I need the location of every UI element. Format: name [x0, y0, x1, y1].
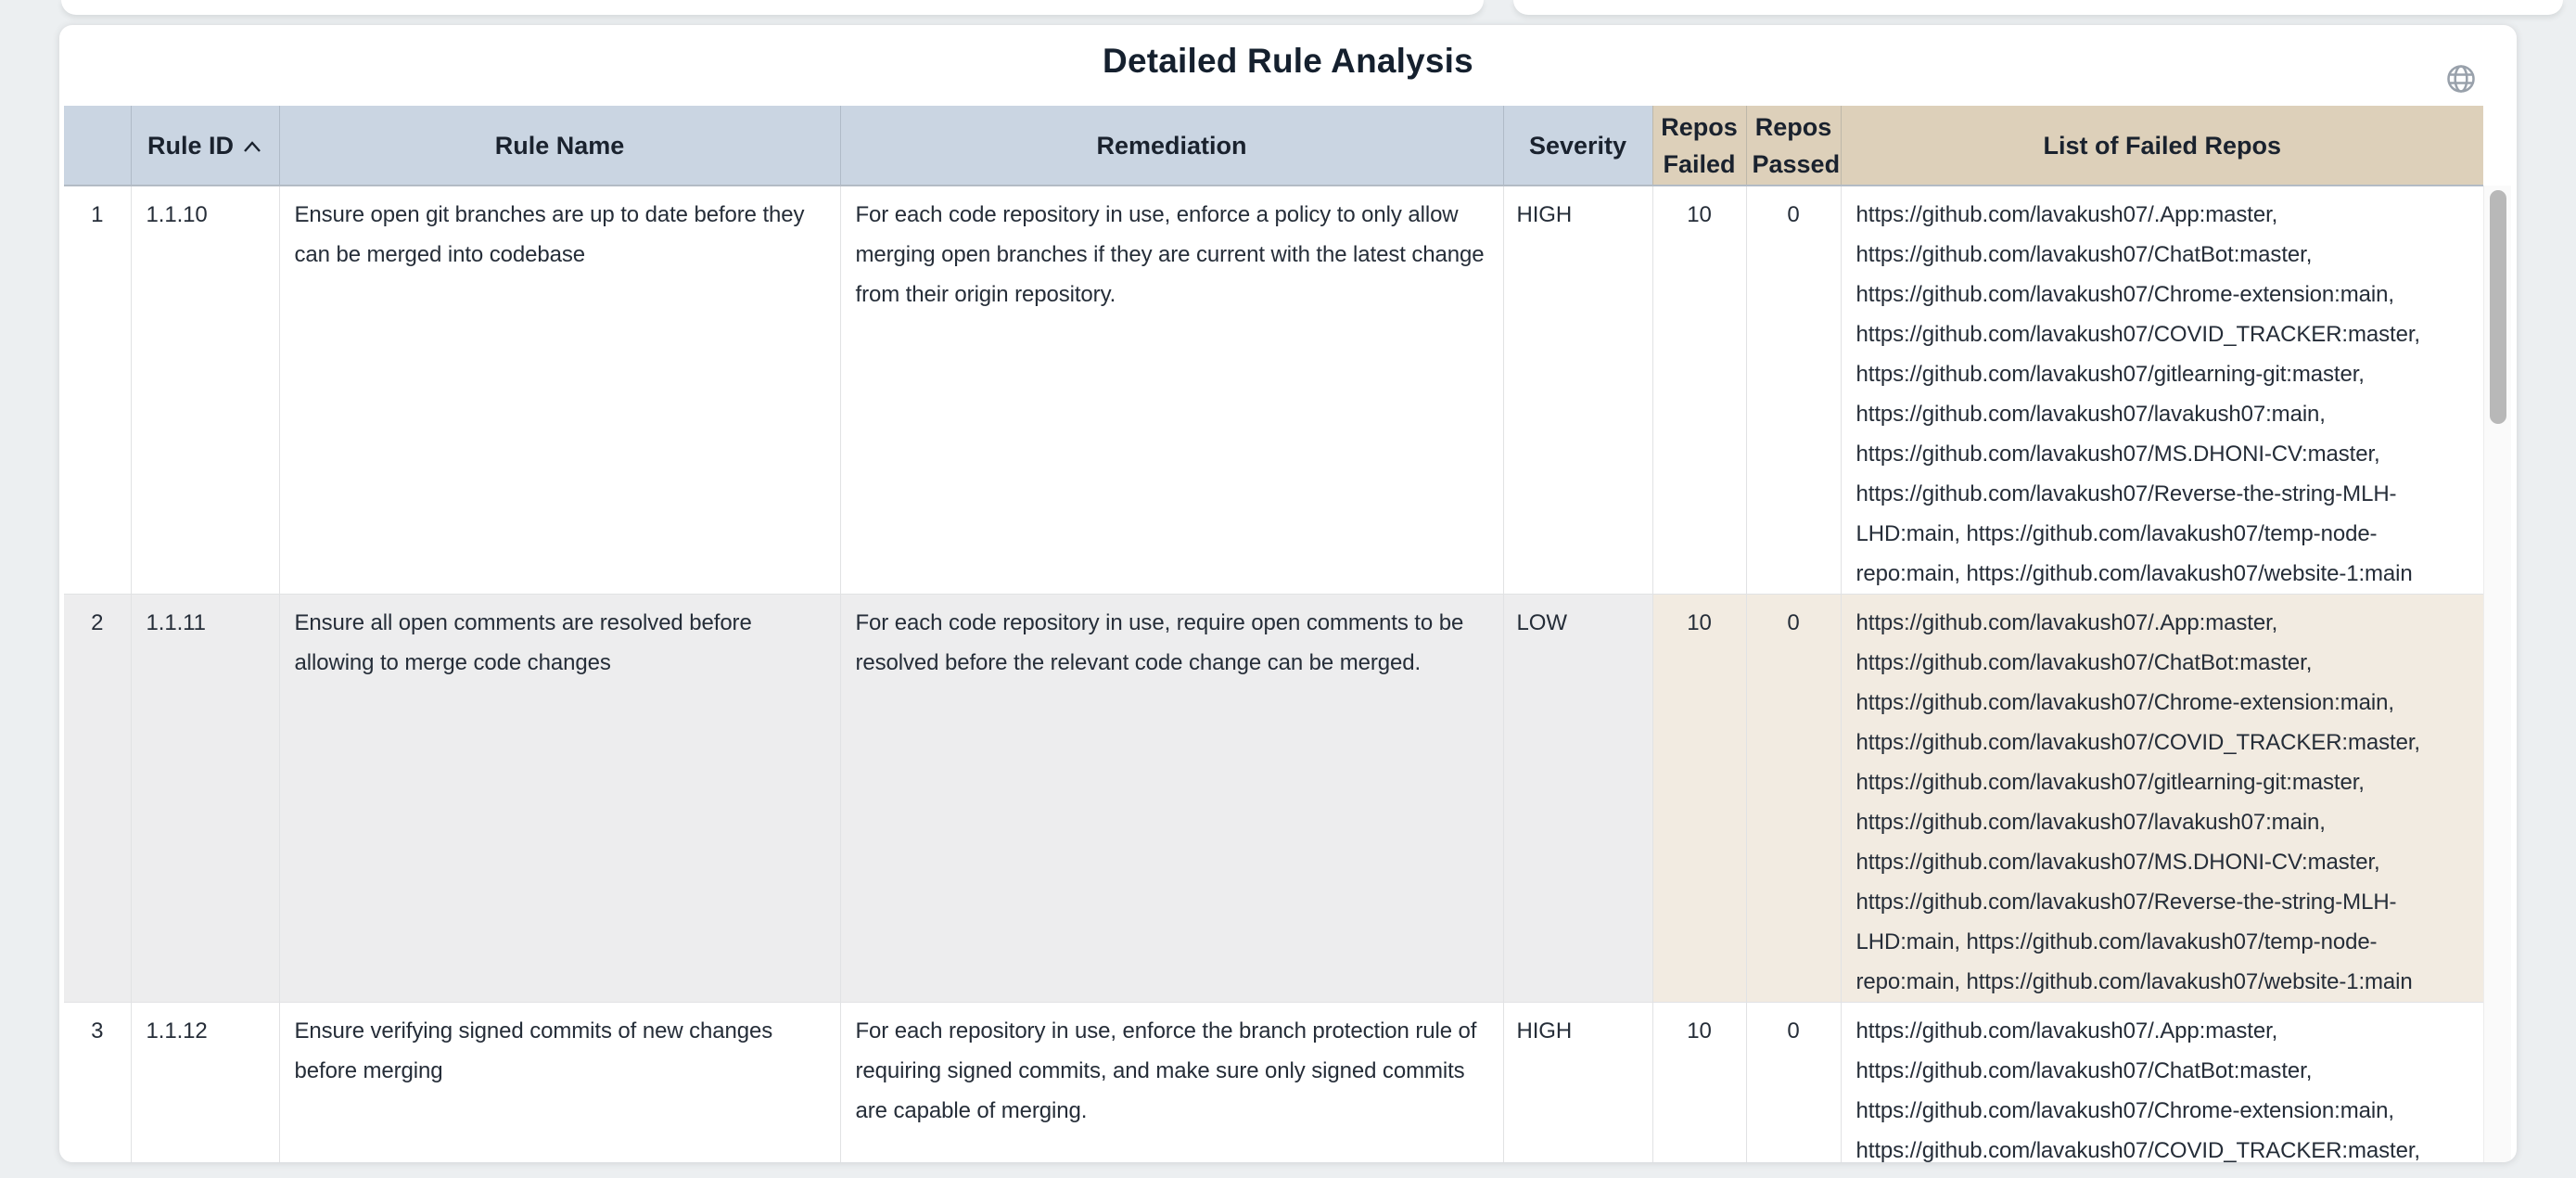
cell-rule-id: 1.1.11 — [131, 595, 279, 1003]
cell-repos-passed: 0 — [1746, 1003, 1841, 1163]
cell-remediation: For each repository in use, enforce the … — [840, 1003, 1503, 1163]
cell-remediation: For each code repository in use, require… — [840, 595, 1503, 1003]
scrollbar-thumb[interactable] — [2490, 190, 2506, 424]
cell-row-index: 1 — [64, 186, 131, 595]
column-header-severity[interactable]: Severity — [1503, 106, 1652, 186]
table-row: 2 1.1.11 Ensure all open comments are re… — [64, 595, 2483, 1003]
sort-ascending-icon — [242, 140, 262, 154]
cell-rule-id: 1.1.12 — [131, 1003, 279, 1163]
cell-repos-failed: 10 — [1652, 1003, 1746, 1163]
column-header-repos-passed[interactable]: Repos Passed — [1746, 106, 1841, 186]
column-header-label: Rule Name — [495, 132, 625, 160]
cell-failed-repos-list: https://github.com/lavakush07/.App:maste… — [1841, 186, 2483, 595]
cell-severity: LOW — [1503, 595, 1652, 1003]
cell-row-index: 2 — [64, 595, 131, 1003]
column-header-label: Remediation — [1096, 132, 1246, 160]
cell-failed-repos-list: https://github.com/lavakush07/.App:maste… — [1841, 595, 2483, 1003]
cell-rule-id: 1.1.10 — [131, 186, 279, 595]
column-header-index[interactable] — [64, 106, 131, 186]
cell-repos-passed: 0 — [1746, 595, 1841, 1003]
vertical-scrollbar[interactable] — [2483, 186, 2511, 1162]
table-row: 3 1.1.12 Ensure verifying signed commits… — [64, 1003, 2483, 1163]
column-header-label: Repos Passed — [1753, 113, 1841, 178]
detailed-rule-analysis-card: Detailed Rule Analysis Rule ID Rule Name… — [59, 25, 2517, 1162]
table-row: 1 1.1.10 Ensure open git branches are up… — [64, 186, 2483, 595]
column-header-label: Severity — [1529, 132, 1626, 160]
cell-repos-failed: 10 — [1652, 186, 1746, 595]
table-header-row: Rule ID Rule Name Remediation Severity R… — [64, 106, 2483, 186]
column-header-label: Rule ID — [147, 132, 234, 160]
cell-severity: HIGH — [1503, 186, 1652, 595]
column-header-rule-name[interactable]: Rule Name — [279, 106, 840, 186]
cell-row-index: 3 — [64, 1003, 131, 1163]
page-title: Detailed Rule Analysis — [59, 42, 2517, 81]
column-header-remediation[interactable]: Remediation — [840, 106, 1503, 186]
column-header-label: List of Failed Repos — [2043, 132, 2281, 160]
column-header-rule-id[interactable]: Rule ID — [131, 106, 279, 186]
cell-severity: HIGH — [1503, 1003, 1652, 1163]
detailed-rule-analysis-table: Rule ID Rule Name Remediation Severity R… — [64, 106, 2483, 1162]
cell-repos-passed: 0 — [1746, 186, 1841, 595]
column-header-failed-repos-list[interactable]: List of Failed Repos — [1841, 106, 2483, 186]
column-header-repos-failed[interactable]: Repos Failed — [1652, 106, 1746, 186]
globe-icon-glyph — [2444, 62, 2478, 96]
cell-rule-name: Ensure open git branches are up to date … — [279, 186, 840, 595]
cell-repos-failed: 10 — [1652, 595, 1746, 1003]
cell-remediation: For each code repository in use, enforce… — [840, 186, 1503, 595]
cell-rule-name: Ensure verifying signed commits of new c… — [279, 1003, 840, 1163]
card-above-left-bottom-edge — [61, 0, 1484, 15]
cell-failed-repos-list: https://github.com/lavakush07/.App:maste… — [1841, 1003, 2483, 1163]
cell-rule-name: Ensure all open comments are resolved be… — [279, 595, 840, 1003]
globe-icon[interactable] — [2442, 60, 2480, 97]
card-above-right-bottom-edge — [1513, 0, 2563, 15]
column-header-label: Repos Failed — [1661, 113, 1738, 178]
